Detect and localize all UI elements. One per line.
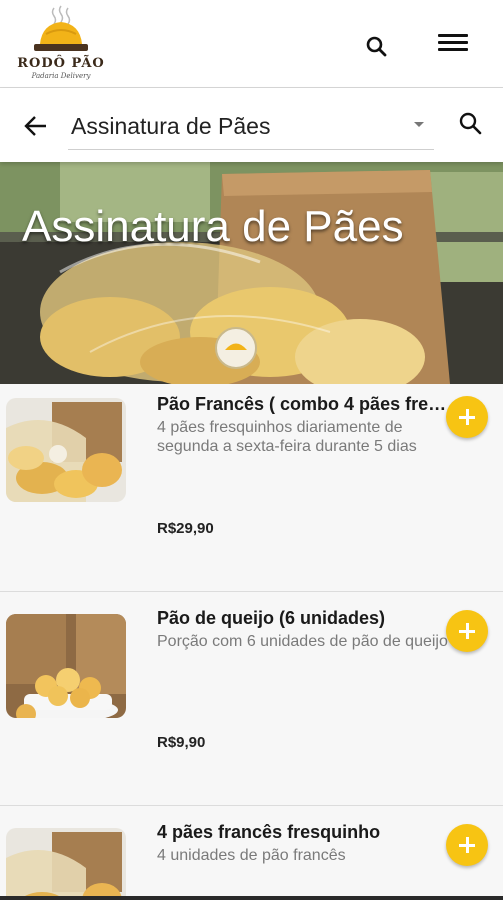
logo-text: RODÔ PÃO xyxy=(17,56,105,71)
product-description: 4 unidades de pão francês xyxy=(157,847,346,864)
category-bar: Assinatura de Pães xyxy=(0,88,503,162)
product-thumbnail xyxy=(6,828,126,900)
logo-subtitle: Padaria Delivery xyxy=(31,72,91,80)
hamburger-menu-icon xyxy=(438,34,468,37)
product-item[interactable]: Pão de queijo (6 unidades) Porção com 6 … xyxy=(0,592,503,806)
product-price: R$29,90 xyxy=(157,520,214,537)
back-button[interactable] xyxy=(22,112,50,140)
app-header: RODÔ PÃO Padaria Delivery xyxy=(0,0,503,88)
screen-bottom-edge xyxy=(0,896,503,900)
chevron-down-icon xyxy=(414,122,424,127)
product-item[interactable]: 4 pães francês fresquinho 4 unidades de … xyxy=(0,806,503,900)
hamburger-line xyxy=(438,41,468,44)
product-thumbnail xyxy=(6,398,126,502)
product-name: 4 pães francês fresquinho xyxy=(157,822,381,842)
search-icon xyxy=(459,112,482,135)
product-thumbnail xyxy=(6,614,126,718)
category-banner: Assinatura de Pães xyxy=(0,162,503,384)
banner-title: Assinatura de Pães xyxy=(22,202,404,251)
header-search-button[interactable] xyxy=(364,34,390,60)
arrow-left-icon xyxy=(24,116,46,136)
add-to-cart-button[interactable] xyxy=(446,396,488,438)
category-search-button[interactable] xyxy=(457,110,485,138)
product-item[interactable]: Pão Francês ( combo 4 pães fresquinhos )… xyxy=(0,384,503,592)
category-dropdown[interactable]: Assinatura de Pães xyxy=(68,102,434,150)
hamburger-line xyxy=(438,48,468,51)
product-image xyxy=(6,398,126,502)
product-description: 4 pães fresquinhos diariamente de segund… xyxy=(157,419,417,455)
banner-bread-image xyxy=(0,162,503,384)
category-selected-label: Assinatura de Pães xyxy=(71,113,271,139)
brand-logo[interactable]: RODÔ PÃO Padaria Delivery xyxy=(16,4,106,84)
product-image xyxy=(6,614,126,718)
bread-logo-icon xyxy=(34,5,88,51)
product-price: R$9,90 xyxy=(157,734,206,751)
product-description: Porção com 6 unidades de pão de queijo xyxy=(157,633,448,650)
product-image xyxy=(6,828,126,900)
hamburger-menu-button[interactable] xyxy=(436,30,470,58)
product-name: Pão Francês ( combo 4 pães fresquinhos ) xyxy=(157,394,447,414)
search-icon xyxy=(366,36,387,57)
product-name: Pão de queijo (6 unidades) xyxy=(157,608,386,628)
add-to-cart-button[interactable] xyxy=(446,610,488,652)
product-list: Pão Francês ( combo 4 pães fresquinhos )… xyxy=(0,384,503,900)
add-to-cart-button[interactable] xyxy=(446,824,488,866)
